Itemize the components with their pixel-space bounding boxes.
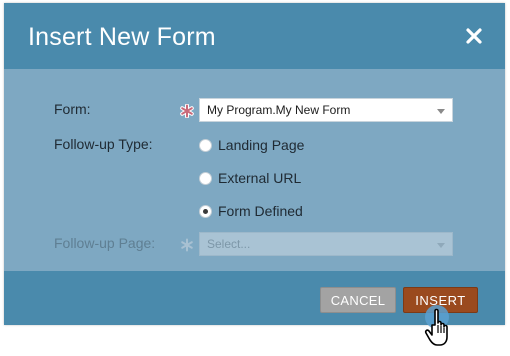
radio-selected-dot xyxy=(203,209,208,214)
radio-label-landing-page: Landing Page xyxy=(218,137,305,153)
form-label: Form: xyxy=(54,101,91,117)
radio-button[interactable] xyxy=(199,172,212,185)
radio-button[interactable] xyxy=(199,139,212,152)
dialog-header: Insert New Form xyxy=(4,3,505,69)
close-icon[interactable] xyxy=(463,25,485,47)
followup-page-placeholder: Select... xyxy=(207,237,251,251)
radio-label-form-defined: Form Defined xyxy=(218,203,303,219)
chevron-down-icon xyxy=(437,109,445,114)
cancel-button[interactable]: CANCEL xyxy=(320,287,396,313)
dialog-title: Insert New Form xyxy=(28,23,216,51)
chevron-down-icon xyxy=(437,243,445,248)
required-asterisk-icon xyxy=(180,238,194,252)
radio-label-external-url: External URL xyxy=(218,170,302,186)
insert-new-form-dialog: Insert New Form Form: My Program.My New … xyxy=(4,3,505,325)
form-select-value: My Program.My New Form xyxy=(207,103,351,117)
followup-page-select: Select... xyxy=(199,232,453,256)
followup-page-label: Follow-up Page: xyxy=(54,235,156,251)
required-asterisk-icon xyxy=(180,103,194,119)
dialog-body: Form: My Program.My New Form Follow-up T… xyxy=(4,69,505,271)
hand-pointer-cursor-icon xyxy=(420,303,464,351)
form-select[interactable]: My Program.My New Form xyxy=(199,98,453,122)
radio-button-selected[interactable] xyxy=(199,205,212,218)
followup-type-label: Follow-up Type: xyxy=(54,136,153,152)
